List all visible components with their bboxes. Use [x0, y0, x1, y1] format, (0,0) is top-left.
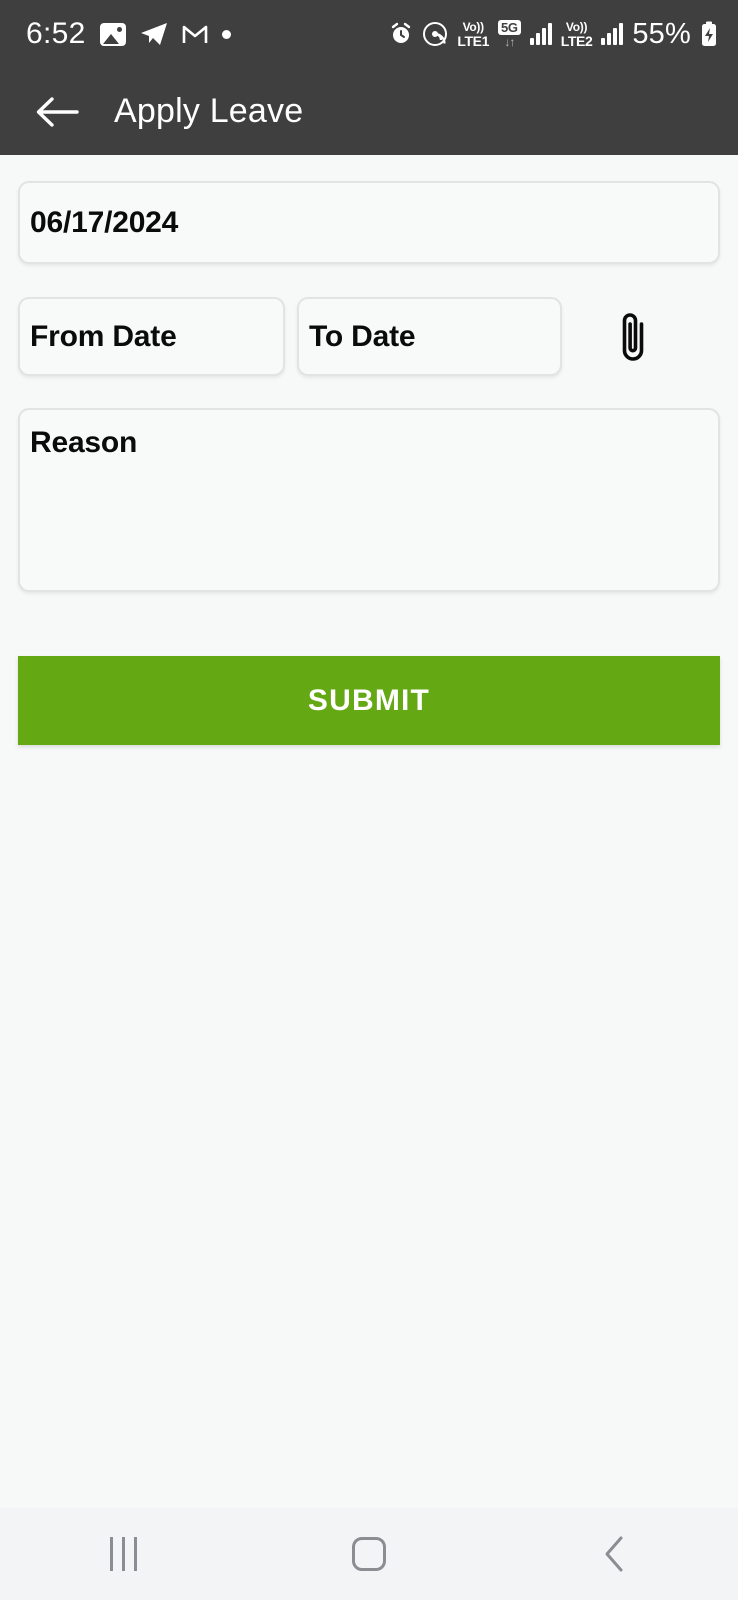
from-date-field[interactable]: From Date [18, 297, 285, 376]
battery-charging-icon [700, 21, 718, 47]
alarm-icon [389, 22, 413, 46]
volte2-icon: Vo)) LTE2 [561, 21, 593, 48]
android-nav-bar [0, 1508, 738, 1600]
network-5g-icon: 5G ↓↑ [498, 20, 521, 48]
photos-icon [99, 22, 126, 46]
from-date-label: From Date [30, 319, 177, 353]
signal-bars-1-icon [529, 23, 552, 45]
status-bar-left: 6:52 [26, 19, 231, 49]
volte1-top-label: Vo)) [462, 19, 485, 34]
volte1-bottom-label: LTE1 [457, 32, 489, 49]
recents-icon [109, 1537, 137, 1571]
form-content: 06/17/2024 From Date To Date Reason SUBM… [0, 155, 738, 1600]
status-time: 6:52 [26, 17, 86, 50]
reason-row: Reason [18, 408, 720, 592]
battery-percent-label: 55% [632, 17, 691, 50]
nav-home-button[interactable] [314, 1508, 424, 1600]
chevron-left-icon [605, 1536, 623, 1572]
volte2-bottom-label: LTE2 [560, 32, 593, 49]
volte1-icon: Vo)) LTE1 [457, 21, 489, 48]
network-badge-label: 5G [498, 20, 521, 35]
reason-field[interactable]: Reason [18, 408, 720, 592]
cast-icon [422, 22, 448, 46]
notification-dot-icon [221, 29, 231, 39]
home-icon [352, 1537, 386, 1571]
page-title: Apply Leave [114, 92, 304, 130]
arrow-left-icon [36, 96, 79, 127]
data-arrows-label: ↓↑ [504, 35, 515, 49]
reason-label: Reason [30, 426, 138, 459]
submit-button[interactable]: SUBMIT [18, 656, 720, 745]
leave-date-row: 06/17/2024 [18, 181, 720, 264]
date-range-row: From Date To Date [18, 297, 720, 376]
app-bar: Apply Leave [0, 68, 738, 155]
nav-back-button[interactable] [560, 1508, 670, 1600]
nav-recents-button[interactable] [68, 1508, 178, 1600]
status-bar: 6:52 Vo)) LTE1 5G ↓↑ Vo)) LTE2 55% [0, 0, 738, 68]
to-date-field[interactable]: To Date [297, 297, 562, 376]
status-bar-right: Vo)) LTE1 5G ↓↑ Vo)) LTE2 55% [389, 17, 718, 50]
attachment-button[interactable] [596, 297, 670, 376]
signal-bars-2-icon [601, 23, 624, 45]
gmail-icon [182, 23, 208, 45]
telegram-icon [140, 22, 168, 46]
back-button[interactable] [30, 85, 84, 139]
paperclip-icon [622, 312, 644, 361]
leave-date-field[interactable]: 06/17/2024 [18, 181, 720, 264]
leave-date-value: 06/17/2024 [30, 205, 179, 239]
volte2-top-label: Vo)) [565, 19, 588, 34]
to-date-label: To Date [309, 319, 416, 353]
